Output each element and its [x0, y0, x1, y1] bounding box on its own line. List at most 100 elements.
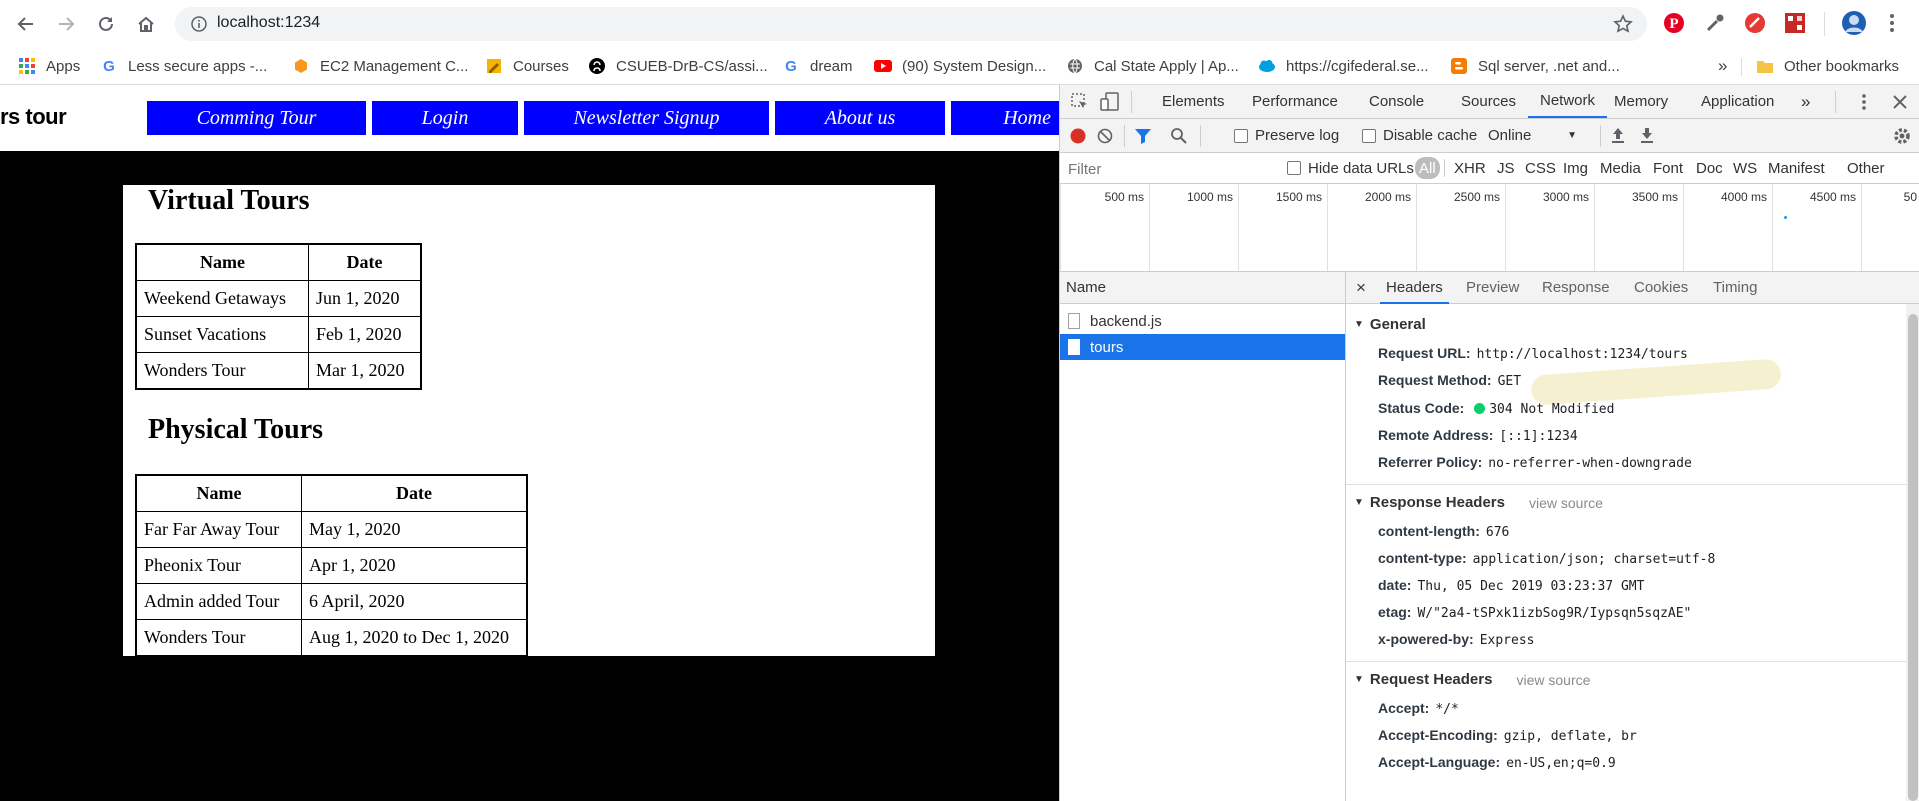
filter-manifest[interactable]: Manifest [1765, 157, 1828, 179]
record-button[interactable] [1070, 128, 1086, 144]
detail-tab-response[interactable]: Response [1542, 272, 1610, 303]
filter-other[interactable]: Other [1844, 157, 1888, 179]
export-har-button[interactable] [1639, 127, 1655, 145]
nav-about-us[interactable]: About us [775, 101, 945, 135]
devtools-menu-button[interactable] [1861, 93, 1869, 111]
filter-input[interactable] [1066, 156, 1270, 182]
checkbox-box[interactable] [1234, 128, 1248, 143]
other-bookmarks[interactable]: Other bookmarks [1756, 55, 1899, 77]
filter-media[interactable]: Media [1597, 157, 1644, 179]
nav-comming-tour[interactable]: Comming Tour [147, 101, 366, 135]
header-row-remote-address: Remote Address: [::1]:1234 [1378, 427, 1578, 444]
info-icon[interactable] [191, 16, 207, 32]
request-row-backend-js[interactable]: backend.js [1060, 308, 1345, 334]
checkbox-box[interactable] [1362, 128, 1376, 143]
disable-cache-checkbox[interactable]: Disable cache [1362, 119, 1477, 152]
general-title: General [1369, 316, 1426, 333]
eyedropper-extension[interactable] [1703, 11, 1727, 35]
detail-tab-preview[interactable]: Preview [1466, 272, 1519, 303]
red-extension[interactable] [1743, 11, 1767, 35]
bookmark-dream[interactable]: G dream [782, 55, 852, 77]
nav-login[interactable]: Login [372, 101, 518, 135]
header-key: date: [1378, 577, 1412, 593]
request-list-header[interactable]: Name [1060, 272, 1345, 304]
bookmark-courses[interactable]: Courses [485, 55, 569, 77]
browser-toolbar: localhost:1234 P [0, 0, 1919, 48]
bookmark-less-secure-apps[interactable]: G Less secure apps -... [100, 55, 267, 77]
view-source-link[interactable]: view source [1516, 672, 1590, 688]
chrome-menu-button[interactable] [1880, 11, 1904, 35]
address-bar[interactable]: localhost:1234 [175, 7, 1647, 41]
tab-application[interactable]: Application [1701, 85, 1774, 118]
filter-img[interactable]: Img [1560, 157, 1591, 179]
detail-scrollbar[interactable] [1906, 304, 1919, 801]
device-toolbar-button[interactable] [1100, 92, 1120, 112]
header-key: etag: [1378, 604, 1412, 620]
preserve-log-checkbox[interactable]: Preserve log [1234, 119, 1339, 152]
network-overview-timeline[interactable]: 500 ms 1000 ms 1500 ms 2000 ms 2500 ms 3… [1060, 184, 1919, 272]
detail-tab-headers[interactable]: Headers [1380, 272, 1449, 304]
pinterest-extension[interactable]: P [1662, 11, 1686, 35]
nav-home[interactable]: Home [951, 101, 1059, 135]
detail-tab-timing[interactable]: Timing [1713, 272, 1757, 303]
checkbox-box[interactable] [1287, 161, 1301, 175]
back-button[interactable] [10, 8, 42, 40]
hide-data-urls-checkbox[interactable]: Hide data URLs [1284, 157, 1417, 179]
bookmarks-overflow-button[interactable]: » [1718, 55, 1727, 77]
bookmark-ec2[interactable]: EC2 Management C... [292, 55, 468, 77]
detail-tab-cookies[interactable]: Cookies [1634, 272, 1688, 303]
bookmark-csueb-github[interactable]: CSUEB-DrB-CS/assi... [588, 55, 768, 77]
import-har-button[interactable] [1610, 127, 1626, 145]
filter-all[interactable]: All [1415, 157, 1440, 179]
puzzle-extension[interactable] [1783, 11, 1807, 35]
scrollbar-thumb[interactable] [1908, 314, 1918, 801]
search-button[interactable] [1170, 127, 1188, 145]
tab-elements[interactable]: Elements [1162, 85, 1225, 118]
svg-text:G: G [103, 58, 115, 74]
bookmark-star-icon[interactable] [1613, 14, 1633, 34]
tab-sources[interactable]: Sources [1461, 85, 1516, 118]
timeline-gridline [1505, 184, 1506, 271]
bookmark-sql-server[interactable]: Sql server, .net and... [1450, 55, 1620, 77]
filter-font[interactable]: Font [1650, 157, 1686, 179]
filter-css[interactable]: CSS [1522, 157, 1559, 179]
filter-js[interactable]: JS [1494, 157, 1518, 179]
kebab-menu-icon [1862, 94, 1866, 110]
filter-doc[interactable]: Doc [1693, 157, 1726, 179]
tab-network[interactable]: Network [1528, 85, 1608, 118]
inspect-element-button[interactable] [1070, 92, 1090, 112]
bookmark-system-design[interactable]: (90) System Design... [874, 55, 1046, 77]
table-row: Admin added Tour 6 April, 2020 [135, 583, 528, 620]
close-detail-button[interactable]: × [1356, 272, 1366, 303]
expand-triangle-icon: ▼ [1354, 319, 1364, 330]
tab-memory[interactable]: Memory [1614, 85, 1668, 118]
forward-button[interactable] [50, 8, 82, 40]
general-section-header[interactable]: ▼ General [1354, 316, 1426, 333]
filter-ws[interactable]: WS [1730, 157, 1760, 179]
bookmark-apps[interactable]: Apps [18, 55, 80, 77]
network-settings-button[interactable] [1893, 127, 1911, 145]
more-tabs-button[interactable]: » [1801, 85, 1810, 118]
throttling-select[interactable]: Online ▼ [1488, 119, 1583, 152]
timeline-gridline [1861, 184, 1862, 271]
clear-button[interactable] [1097, 128, 1113, 144]
tour-date: May 1, 2020 [301, 511, 528, 548]
header-key: content-length: [1378, 523, 1480, 539]
request-headers-section-header[interactable]: ▼ Request Headers view source [1354, 671, 1590, 688]
bookmark-cal-state-apply[interactable]: Cal State Apply | Ap... [1066, 55, 1239, 77]
filter-toggle-button[interactable] [1134, 127, 1152, 145]
request-row-tours[interactable]: tours [1060, 334, 1345, 360]
tab-performance[interactable]: Performance [1252, 85, 1338, 118]
bookmark-cgifederal[interactable]: https://cgifederal.se... [1258, 55, 1429, 77]
url-text[interactable]: localhost:1234 [217, 14, 320, 32]
response-headers-section-header[interactable]: ▼ Response Headers view source [1354, 494, 1603, 511]
name-column-header[interactable]: Name [1066, 279, 1106, 296]
filter-xhr[interactable]: XHR [1451, 157, 1489, 179]
view-source-link[interactable]: view source [1529, 495, 1603, 511]
profile-avatar[interactable] [1840, 9, 1868, 37]
reload-button[interactable] [90, 8, 122, 40]
close-devtools-button[interactable] [1893, 95, 1907, 109]
nav-newsletter-signup[interactable]: Newsletter Signup [524, 101, 769, 135]
home-button[interactable] [130, 8, 162, 40]
tab-console[interactable]: Console [1369, 85, 1424, 118]
